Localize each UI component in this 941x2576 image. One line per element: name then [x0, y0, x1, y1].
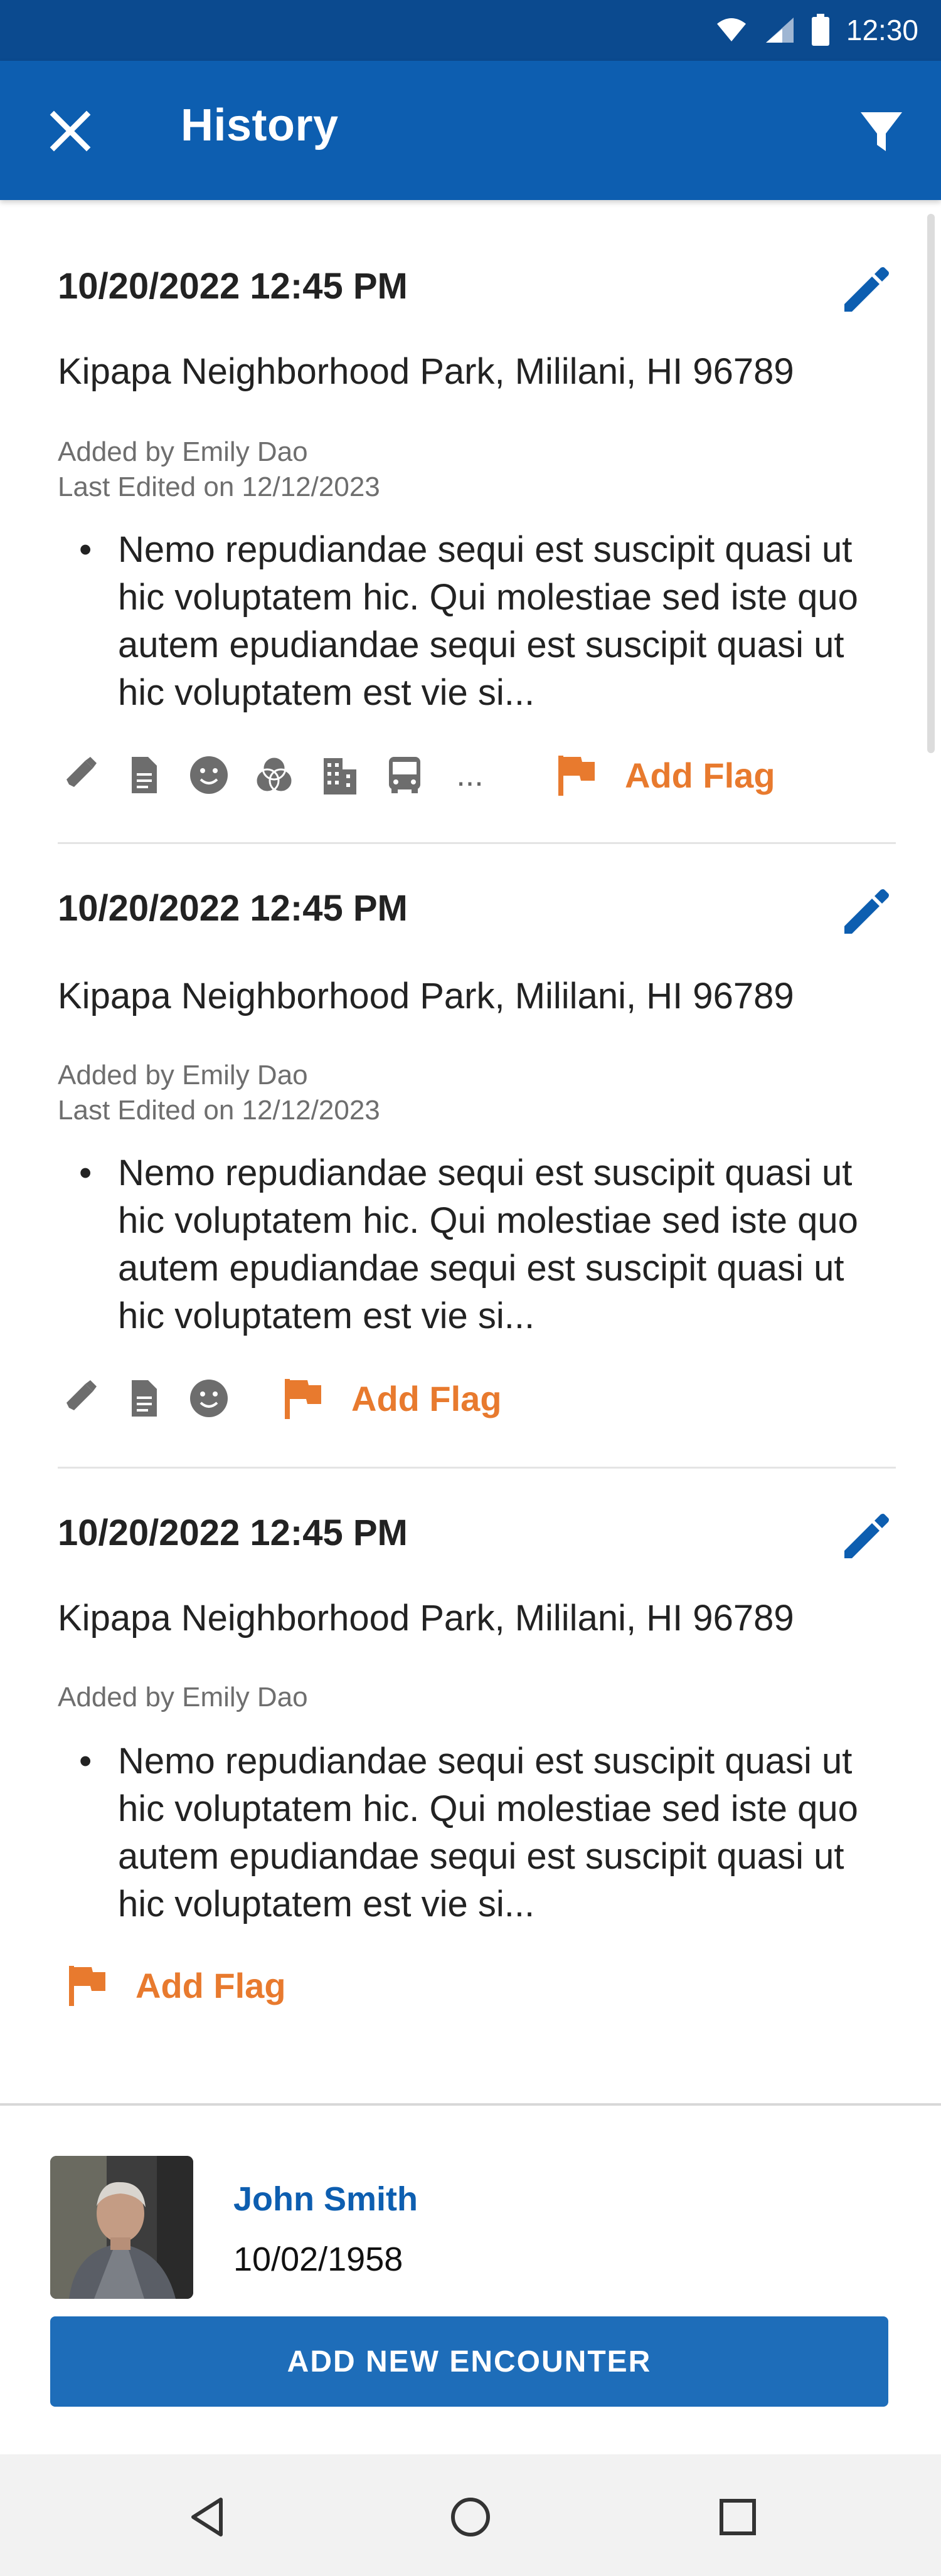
encounter-note: • Nemo repudiandae sequi est suscipit qu…	[58, 526, 896, 717]
scrollbar[interactable]	[927, 214, 935, 753]
wifi-icon	[716, 18, 746, 41]
smiley-icon	[188, 754, 230, 796]
note-text: Nemo repudiandae sequi est suscipit quas…	[118, 1153, 858, 1336]
add-flag-button[interactable]: Add Flag	[282, 1376, 502, 1420]
more-icons[interactable]: ...	[449, 756, 491, 794]
encounter-datetime: 10/20/2022 12:45 PM	[58, 1512, 408, 1553]
status-bar: 12:30	[0, 0, 941, 61]
add-new-encounter-button[interactable]: ADD NEW ENCOUNTER	[50, 2316, 888, 2407]
flag-icon	[285, 1379, 321, 1419]
syringe-icon	[58, 754, 99, 796]
flag-icon	[558, 756, 595, 796]
flag-icon	[69, 1966, 105, 2006]
add-flag-label: Add Flag	[136, 1965, 286, 2005]
service-icons: Add Flag	[58, 1370, 502, 1427]
history-list[interactable]: 10/20/2022 12:45 PM Kipapa Neighborhood …	[0, 200, 941, 2100]
edit-button[interactable]	[838, 1507, 896, 1565]
close-button[interactable]	[45, 106, 95, 156]
home-icon	[451, 2498, 490, 2536]
service-icons: ... Add Flag	[58, 747, 775, 803]
signal-icon	[765, 18, 794, 43]
encounter-card[interactable]: 10/20/2022 12:45 PM Kipapa Neighborhood …	[58, 843, 896, 1467]
bus-icon	[384, 754, 425, 796]
patient-dob: 10/02/1958	[233, 2241, 403, 2278]
avatar	[50, 2156, 193, 2299]
last-edited: Last Edited on 12/12/2023	[58, 472, 380, 502]
encounter-location: Kipapa Neighborhood Park, Mililani, HI 9…	[58, 351, 794, 392]
filter-icon	[861, 112, 902, 151]
added-by: Added by Emily Dao	[58, 1060, 308, 1090]
close-icon	[50, 110, 91, 152]
pencil-icon	[844, 1514, 889, 1558]
page-title: History	[181, 100, 339, 150]
smiley-icon	[188, 1378, 230, 1419]
encounter-datetime: 10/20/2022 12:45 PM	[58, 266, 408, 307]
filter-button[interactable]	[853, 106, 910, 156]
status-time: 12:30	[846, 14, 918, 46]
back-icon	[191, 2498, 223, 2536]
added-by: Added by Emily Dao	[58, 1682, 308, 1713]
back-button[interactable]	[184, 2493, 232, 2541]
recents-icon	[720, 2499, 756, 2535]
home-button[interactable]	[447, 2493, 494, 2541]
encounter-card[interactable]: 10/20/2022 12:45 PM Kipapa Neighborhood …	[58, 1468, 896, 2095]
add-flag-label: Add Flag	[351, 1378, 502, 1418]
add-flag-button[interactable]: Add Flag	[556, 753, 775, 797]
document-icon	[123, 1378, 164, 1419]
bullet: •	[79, 1153, 92, 1193]
encounter-note: • Nemo repudiandae sequi est suscipit qu…	[58, 1738, 896, 1928]
building-icon	[319, 754, 360, 796]
bullet: •	[79, 1741, 92, 1782]
pencil-icon	[844, 267, 889, 312]
document-icon	[123, 754, 164, 796]
venn-icon	[253, 754, 295, 796]
encounter-location: Kipapa Neighborhood Park, Mililani, HI 9…	[58, 1598, 794, 1639]
note-text: Nemo repudiandae sequi est suscipit quas…	[118, 1741, 858, 1924]
service-icons: Add Flag	[58, 1957, 286, 2014]
recents-button[interactable]	[714, 2493, 762, 2541]
add-flag-button[interactable]: Add Flag	[66, 1963, 286, 2007]
encounter-card[interactable]: 10/20/2022 12:45 PM Kipapa Neighborhood …	[58, 200, 896, 842]
encounter-datetime: 10/20/2022 12:45 PM	[58, 888, 408, 929]
edit-button[interactable]	[838, 882, 896, 940]
last-edited: Last Edited on 12/12/2023	[58, 1095, 380, 1126]
patient-footer: John Smith 10/02/1958 ADD NEW ENCOUNTER	[0, 2103, 941, 2455]
encounter-note: • Nemo repudiandae sequi est suscipit qu…	[58, 1149, 896, 1340]
note-text: Nemo repudiandae sequi est suscipit quas…	[118, 529, 858, 713]
edit-button[interactable]	[838, 260, 896, 318]
app-bar: History	[0, 61, 941, 200]
pencil-icon	[844, 889, 889, 934]
syringe-icon	[58, 1378, 99, 1419]
battery-icon	[811, 14, 829, 46]
bullet: •	[79, 529, 92, 570]
encounter-location: Kipapa Neighborhood Park, Mililani, HI 9…	[58, 976, 794, 1016]
added-by: Added by Emily Dao	[58, 436, 308, 467]
add-flag-label: Add Flag	[625, 755, 775, 795]
system-nav-bar	[0, 2454, 941, 2576]
patient-name[interactable]: John Smith	[233, 2180, 418, 2219]
